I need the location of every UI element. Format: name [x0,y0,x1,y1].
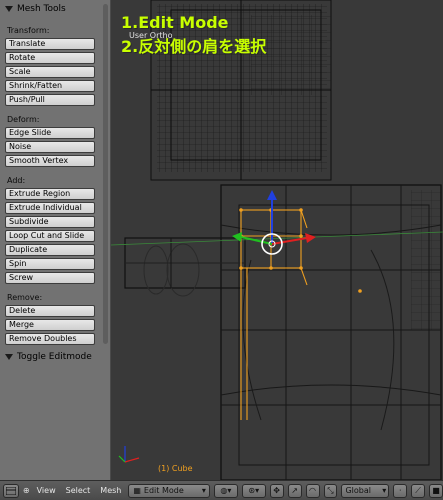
panel-title: Mesh Tools [17,4,66,14]
shrink-fatten-button[interactable]: Shrink/Fatten [5,80,95,92]
remove-doubles-button[interactable]: Remove Doubles [5,333,95,345]
menu-mesh[interactable]: Mesh [97,486,124,495]
collapse-triangle-icon [5,6,13,12]
active-object-label: (1) Cube [158,464,193,473]
tool-shelf: Mesh Tools Transform: Translate Rotate S… [0,0,111,480]
edge-select-mode-button[interactable]: ⟋ [411,483,426,498]
overlay-step-2: 2.反対側の肩を選択 [121,37,267,56]
orientation-label: Global [345,486,371,495]
push-pull-button[interactable]: Push/Pull [5,94,95,106]
extrude-individual-button[interactable]: Extrude Individual [5,202,95,214]
section-label-deform: Deform: [7,115,40,124]
edge-slide-button[interactable]: Edge Slide [5,127,95,139]
arrow-icon: ↗ [291,486,298,495]
section-label-add: Add: [7,176,26,185]
rotate-icon: ◠ [309,486,317,495]
header-collapse-icon[interactable]: ⊕ [23,486,30,495]
rotate-button[interactable]: Rotate [5,52,95,64]
section-label-transform: Transform: [7,26,50,35]
scale-button[interactable]: Scale [5,66,95,78]
mode-label: Edit Mode [143,486,184,495]
pivot-icon: ⊛▾ [248,486,260,495]
mesh-tools-panel-header[interactable]: Mesh Tools [0,1,111,17]
pivot-point-select[interactable]: ⊛▾ [241,483,266,498]
panel-title: Toggle Editmode [17,352,92,362]
manipulator-icon: ✥ [273,486,280,495]
vertex-icon: ⋅ [398,486,402,495]
wireframe-mesh [111,0,443,480]
chevron-down-icon: ▾ [382,486,387,495]
chevron-down-icon: ▾ [201,486,206,495]
scale-manipulator-button[interactable]: ⤡ [323,483,338,498]
merge-button[interactable]: Merge [5,319,95,331]
orientation-select[interactable]: Global ▾ [341,483,390,498]
subdivide-button[interactable]: Subdivide [5,216,95,228]
menu-view[interactable]: View [34,486,59,495]
delete-button[interactable]: Delete [5,305,95,317]
translate-button[interactable]: Translate [5,38,95,50]
mode-select[interactable]: ▦ Edit Mode ▾ [128,483,210,498]
menu-select[interactable]: Select [63,486,94,495]
smooth-vertex-button[interactable]: Smooth Vertex [5,155,95,167]
view-axes-icon [118,446,140,463]
section-label-remove: Remove: [7,293,43,302]
3d-viewport[interactable]: User Ortho 1.Edit Mode 2.反対側の肩を選択 (1) Cu… [111,0,443,480]
scale-icon: ⤡ [327,485,334,495]
toggle-editmode-panel-header[interactable]: Toggle Editmode [0,349,111,365]
shading-sphere-icon: ◍▾ [220,486,232,495]
face-select-mode-button[interactable]: ■ [429,483,443,498]
screw-button[interactable]: Screw [5,272,95,284]
vertex-select-mode-button[interactable]: ⋅ [393,483,408,498]
collapse-triangle-icon [5,354,13,360]
overlay-step-1: 1.Edit Mode [121,13,229,32]
extrude-region-button[interactable]: Extrude Region [5,188,95,200]
rotate-manipulator-button[interactable]: ◠ [305,483,320,498]
loop-cut-and-slide-button[interactable]: Loop Cut and Slide [5,230,95,242]
duplicate-button[interactable]: Duplicate [5,244,95,256]
spin-button[interactable]: Spin [5,258,95,270]
translate-manipulator-button[interactable]: ↗ [287,483,302,498]
editor-type-icon[interactable] [3,483,19,498]
noise-button[interactable]: Noise [5,141,95,153]
viewport-header: ⊕ View Select Mesh ▦ Edit Mode ▾ ◍▾ ⊛▾ ✥… [0,480,443,500]
shelf-scrollbar[interactable] [103,4,108,344]
face-icon: ■ [432,486,440,495]
edge-icon: ⟋ [415,485,421,495]
manipulator-toggle[interactable]: ✥ [269,483,284,498]
viewport-shading-select[interactable]: ◍▾ [213,483,238,498]
edit-mode-icon: ▦ [133,486,141,495]
